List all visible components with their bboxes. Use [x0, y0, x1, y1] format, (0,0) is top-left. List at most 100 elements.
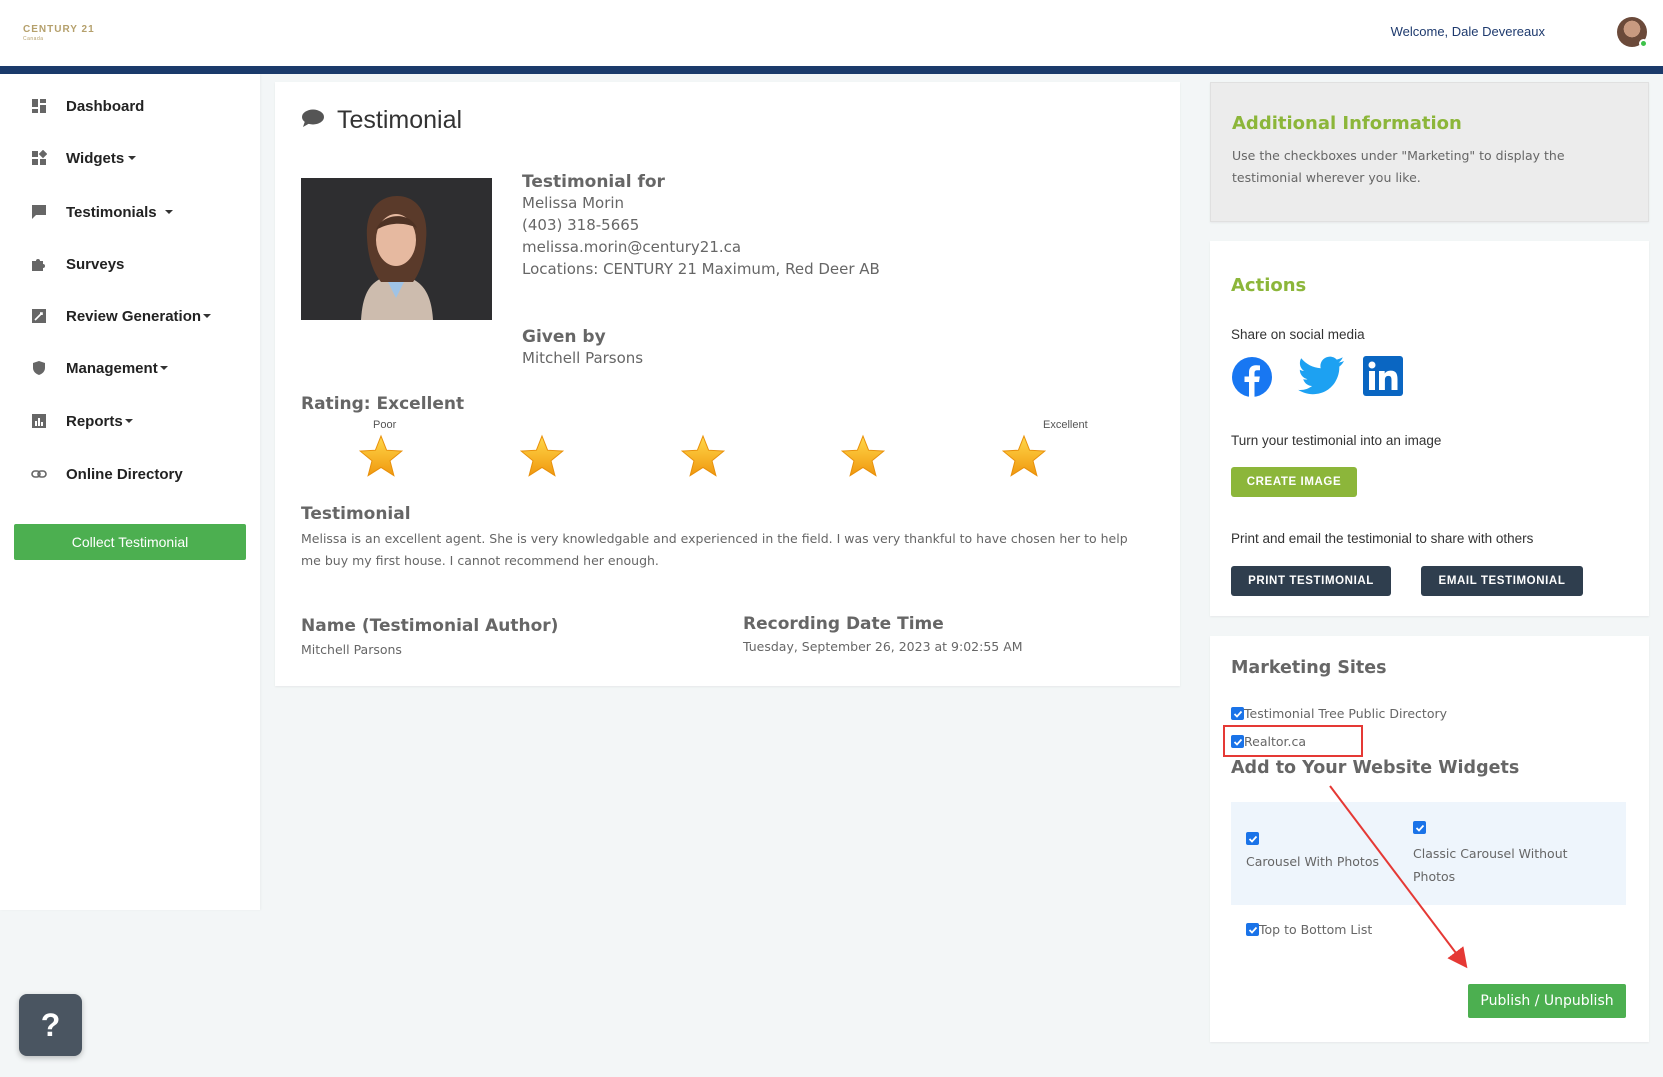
sidebar-item-label: Dashboard	[66, 97, 145, 115]
share-label: Share on social media	[1231, 327, 1365, 342]
sidebar-item-label: Review Generation	[66, 307, 202, 325]
checkbox-directory[interactable]	[1231, 707, 1244, 720]
link-icon	[30, 465, 48, 483]
top-header: CENTURY 21 Canada Welcome, Dale Devereau…	[0, 0, 1663, 74]
marketing-site-directory[interactable]: Testimonial Tree Public Directory	[1231, 706, 1447, 721]
recording-date-heading: Recording Date Time	[743, 614, 944, 634]
sidebar-item-reports[interactable]: Reports	[30, 409, 133, 433]
sidebar-item-label: Management	[66, 359, 158, 377]
given-by-block: Given by Mitchell Parsons	[522, 327, 643, 369]
marketing-card: Marketing Sites Testimonial Tree Public …	[1210, 636, 1649, 1042]
checkbox-top-bottom-list[interactable]	[1246, 923, 1259, 936]
sidebar-item-dashboard[interactable]: Dashboard	[30, 94, 144, 118]
help-button[interactable]: ?	[19, 994, 82, 1056]
sidebar-item-label: Surveys	[66, 255, 125, 273]
given-by-name: Mitchell Parsons	[522, 349, 644, 367]
chevron-down-icon	[164, 210, 173, 214]
testimonial-for-block: Testimonial for Melissa Morin (403) 318-…	[522, 172, 880, 280]
sidebar-item-label: Reports	[66, 412, 123, 430]
chevron-down-icon	[203, 314, 212, 318]
checkbox-label: Testimonial Tree Public Directory	[1244, 706, 1448, 721]
publish-unpublish-button[interactable]: Publish / Unpublish	[1468, 984, 1626, 1018]
rating-title: Rating: Excellent	[301, 394, 465, 414]
sidebar-item-widgets[interactable]: Widgets	[30, 146, 137, 170]
checkbox-classic-carousel[interactable]	[1413, 821, 1426, 834]
widget-classic-carousel: Classic Carousel Without Photos	[1413, 842, 1603, 888]
print-testimonial-button[interactable]: PRINT TESTIMONIAL	[1231, 566, 1391, 596]
logo-text: CENTURY 21	[23, 24, 95, 35]
century21-logo[interactable]: CENTURY 21 Canada	[23, 24, 95, 42]
star-icon[interactable]	[358, 434, 404, 480]
dashboard-icon	[30, 97, 48, 115]
rating-low-label: Poor	[373, 419, 397, 431]
widget-options-box: Carousel With Photos Classic Carousel Wi…	[1231, 802, 1626, 905]
agent-phone: (403) 318-5665	[522, 216, 640, 234]
page-title-text: Testimonial	[337, 106, 463, 134]
testimonial-for-heading: Testimonial for	[522, 172, 665, 192]
widget-carousel-photos: Carousel With Photos	[1246, 854, 1379, 869]
collect-testimonial-button[interactable]: Collect Testimonial	[14, 524, 246, 560]
image-label: Turn your testimonial into an image	[1231, 433, 1442, 448]
additional-info-text: Use the checkboxes under "Marketing" to …	[1232, 148, 1565, 185]
testimonial-card: Testimonial Testimonial for Melissa Mori…	[275, 82, 1180, 686]
sidebar: Dashboard Widgets Testimonials Surveys R…	[0, 74, 260, 910]
email-testimonial-button[interactable]: EMAIL TESTIMONIAL	[1421, 566, 1583, 596]
welcome-text: Welcome, Dale Devereaux	[1390, 24, 1545, 39]
rating-high-label: Excellent	[1043, 419, 1088, 431]
sidebar-item-online-directory[interactable]: Online Directory	[30, 462, 183, 486]
logo-sub: Canada	[23, 36, 44, 42]
sidebar-item-label: Online Directory	[66, 465, 183, 483]
sidebar-item-review-generation[interactable]: Review Generation	[30, 304, 212, 328]
agent-name: Melissa Morin	[522, 194, 625, 212]
chevron-down-icon	[124, 419, 133, 423]
header-accent-bar	[0, 66, 1663, 74]
checkbox-label: Carousel With Photos	[1246, 854, 1379, 869]
actions-heading: Actions	[1231, 275, 1307, 296]
star-icon[interactable]	[680, 434, 726, 480]
additional-info-card: Additional Information Use the checkboxe…	[1210, 82, 1649, 222]
agent-photo	[301, 178, 492, 320]
widget-top-bottom-list[interactable]: Top to Bottom List	[1246, 922, 1372, 937]
sidebar-item-testimonials[interactable]: Testimonials	[30, 200, 173, 224]
checkbox-carousel-photos[interactable]	[1246, 832, 1259, 845]
bar-chart-icon	[30, 412, 48, 430]
twitter-icon[interactable]	[1298, 356, 1344, 398]
checkbox-label: Classic Carousel Without Photos	[1413, 846, 1568, 884]
widgets-icon	[30, 149, 48, 167]
star-icon[interactable]	[1001, 434, 1047, 480]
author-name: Mitchell Parsons	[301, 642, 402, 657]
print-label: Print and email the testimonial to share…	[1231, 531, 1534, 546]
puzzle-icon	[30, 255, 48, 273]
testimonial-heading: Testimonial	[301, 504, 411, 524]
chevron-down-icon	[128, 156, 137, 160]
chat-icon	[30, 203, 48, 221]
checkbox-label: Top to Bottom List	[1259, 922, 1373, 937]
website-widgets-heading: Add to Your Website Widgets	[1231, 758, 1520, 778]
additional-info-heading: Additional Information	[1232, 113, 1462, 134]
star-icon[interactable]	[519, 434, 565, 480]
comment-icon	[301, 106, 325, 135]
realtor-highlight-box	[1223, 725, 1363, 757]
agent-location: Locations: CENTURY 21 Maximum, Red Deer …	[522, 260, 880, 278]
actions-card: Actions Share on social media Turn your …	[1210, 241, 1649, 616]
user-avatar[interactable]	[1617, 17, 1648, 48]
edit-square-icon	[30, 307, 48, 325]
create-image-button[interactable]: CREATE IMAGE	[1231, 467, 1357, 497]
sidebar-item-surveys[interactable]: Surveys	[30, 252, 124, 276]
facebook-icon[interactable]	[1231, 356, 1273, 398]
online-status-dot	[1639, 39, 1648, 48]
shield-icon	[30, 359, 48, 377]
marketing-sites-heading: Marketing Sites	[1231, 658, 1387, 678]
linkedin-icon[interactable]	[1363, 356, 1405, 398]
sidebar-item-management[interactable]: Management	[30, 356, 168, 380]
agent-email: melissa.morin@century21.ca	[522, 238, 742, 256]
testimonial-text: Melissa is an excellent agent. She is ve…	[301, 531, 1128, 568]
star-icon[interactable]	[840, 434, 886, 480]
sidebar-item-label: Testimonials	[66, 203, 157, 221]
page-title: Testimonial	[301, 106, 462, 135]
chevron-down-icon	[159, 366, 168, 370]
given-by-heading: Given by	[522, 327, 606, 347]
sidebar-item-label: Widgets	[66, 149, 125, 167]
recording-date-value: Tuesday, September 26, 2023 at 9:02:55 A…	[743, 639, 1023, 654]
author-heading: Name (Testimonial Author)	[301, 616, 559, 636]
